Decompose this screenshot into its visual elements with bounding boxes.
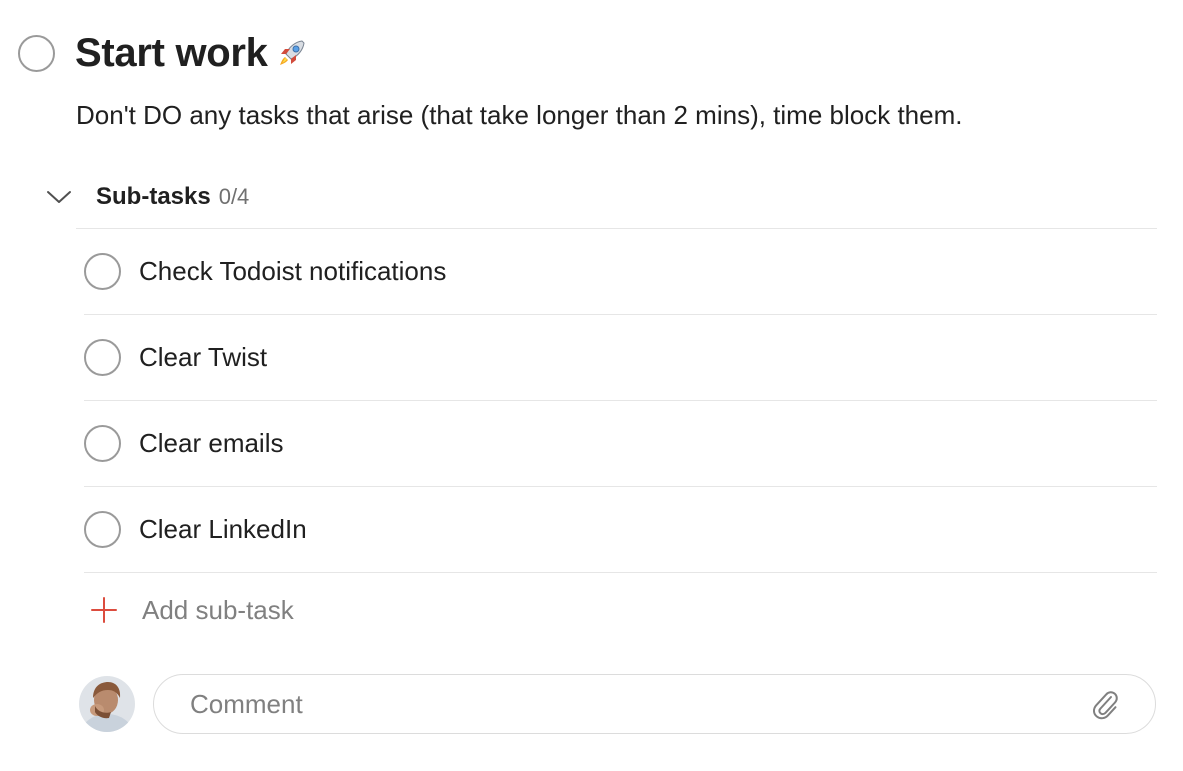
subtask-checkbox[interactable] (84, 338, 121, 376)
add-subtask-button[interactable]: Add sub-task (88, 588, 294, 632)
comment-box (153, 674, 1156, 734)
add-subtask-label: Add sub-task (142, 594, 294, 625)
task-title-container[interactable]: Start work (75, 31, 308, 76)
chevron-down-icon[interactable] (44, 182, 74, 212)
task-title[interactable]: Start work (75, 31, 268, 76)
subtasks-header: Sub-tasks 0/4 (44, 178, 249, 216)
subtask-label: Clear LinkedIn (139, 513, 307, 544)
subtask-label: Clear Twist (139, 341, 268, 372)
avatar (79, 676, 135, 732)
rocket-icon (276, 37, 308, 69)
subtasks-title: Sub-tasks (96, 183, 211, 210)
subtask-row[interactable]: Clear Twist (84, 314, 1156, 400)
subtask-checkbox[interactable] (84, 424, 121, 462)
plus-icon (88, 594, 120, 626)
subtask-checkbox[interactable] (84, 510, 121, 548)
subtask-row[interactable]: Clear LinkedIn (84, 486, 1156, 572)
paperclip-icon[interactable] (1085, 684, 1125, 724)
subtask-row[interactable]: Check Todoist notifications (84, 228, 1156, 314)
comment-input[interactable] (188, 674, 1085, 734)
task-header: Start work (18, 30, 308, 76)
task-complete-checkbox[interactable] (18, 34, 55, 72)
subtask-label: Clear emails (139, 427, 284, 458)
subtask-checkbox[interactable] (84, 252, 121, 290)
subtask-row[interactable]: Clear emails (84, 400, 1156, 486)
divider (84, 572, 1157, 573)
subtasks-count: 0/4 (218, 184, 250, 209)
subtask-label: Check Todoist notifications (139, 255, 447, 286)
task-description[interactable]: Don't DO any tasks that arise (that take… (76, 100, 962, 131)
